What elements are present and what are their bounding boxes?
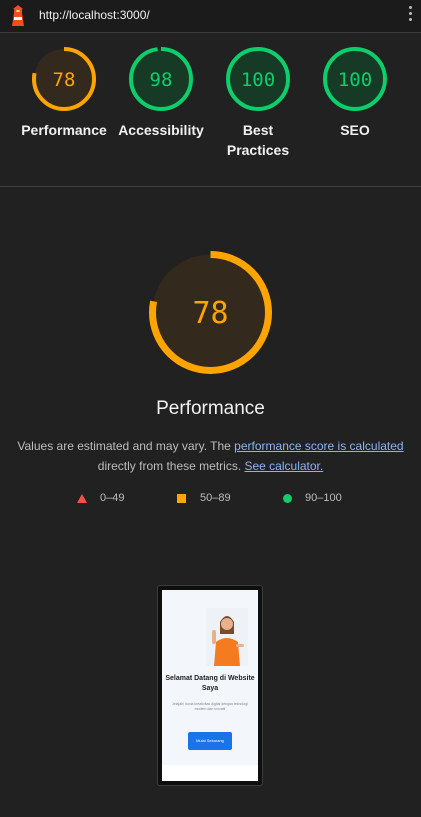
lighthouse-icon xyxy=(12,5,24,26)
gauge-seo[interactable]: 100 SEO xyxy=(307,46,403,140)
url-bar: http://localhost:3000/ xyxy=(0,0,421,33)
legend-fail-range: 0–49 xyxy=(100,492,125,504)
gauge-score: 98 xyxy=(150,69,173,91)
screenshot-paragraph: Jelajahi dunia kreativitas digital denga… xyxy=(172,702,248,711)
screenshot-heading: Selamat Datang di Website Saya xyxy=(165,675,255,692)
final-screenshot[interactable]: Selamat Datang di Website Saya Jelajahi … xyxy=(157,585,263,786)
gauge-performance[interactable]: 78 Performance xyxy=(16,46,112,140)
gauge-label: Performance xyxy=(21,122,107,138)
gauge-label: SEO xyxy=(340,122,370,138)
gauge-accessibility[interactable]: 98 Accessibility xyxy=(113,46,209,140)
gauge-score: 100 xyxy=(338,69,372,91)
gauge-score: 78 xyxy=(53,69,76,91)
see-calculator-link[interactable]: See calculator. xyxy=(245,459,324,473)
screenshot-cta-button: Mulai Sekarang xyxy=(188,732,232,750)
gauge-ring: 100 xyxy=(226,47,290,111)
legend-average: 50–89 xyxy=(177,492,231,504)
gauge-ring: 98 xyxy=(129,47,193,111)
gauge-ring: 78 xyxy=(32,47,96,111)
legend-pass: 90–100 xyxy=(283,492,342,504)
score-description: Values are estimated and may vary. The p… xyxy=(10,436,411,476)
screenshot-footer xyxy=(162,765,258,781)
more-options-icon[interactable] xyxy=(405,6,415,26)
triangle-icon xyxy=(77,493,87,503)
gauge-label: Best Practices xyxy=(226,122,290,158)
desc-text: Values are estimated and may vary. The xyxy=(17,439,235,453)
legend-average-range: 50–89 xyxy=(200,492,231,504)
square-icon xyxy=(177,493,186,503)
gauge-ring: 100 xyxy=(323,47,387,111)
summary-gauges: 78 Performance 98 Accessibility 100 Best… xyxy=(0,46,421,186)
performance-score: 78 xyxy=(192,296,228,331)
performance-main-gauge: 78 xyxy=(149,251,272,374)
score-legend: 0–49 50–89 90–100 xyxy=(0,492,421,510)
category-title: Performance xyxy=(156,398,265,419)
gauge-score: 100 xyxy=(241,69,275,91)
desc-text-2: directly from these metrics. xyxy=(97,459,242,473)
report-url[interactable]: http://localhost:3000/ xyxy=(39,8,150,22)
gauge-label: Accessibility xyxy=(118,122,204,138)
score-calculated-link[interactable]: performance score is calculated xyxy=(234,439,403,453)
person-image xyxy=(206,608,248,666)
legend-fail: 0–49 xyxy=(77,492,124,504)
legend-pass-range: 90–100 xyxy=(305,492,342,504)
screenshot-page: Selamat Datang di Website Saya Jelajahi … xyxy=(162,590,258,781)
circle-icon xyxy=(283,493,292,503)
gauge-best-practices[interactable]: 100 Best Practices xyxy=(210,46,306,160)
divider xyxy=(0,186,421,187)
